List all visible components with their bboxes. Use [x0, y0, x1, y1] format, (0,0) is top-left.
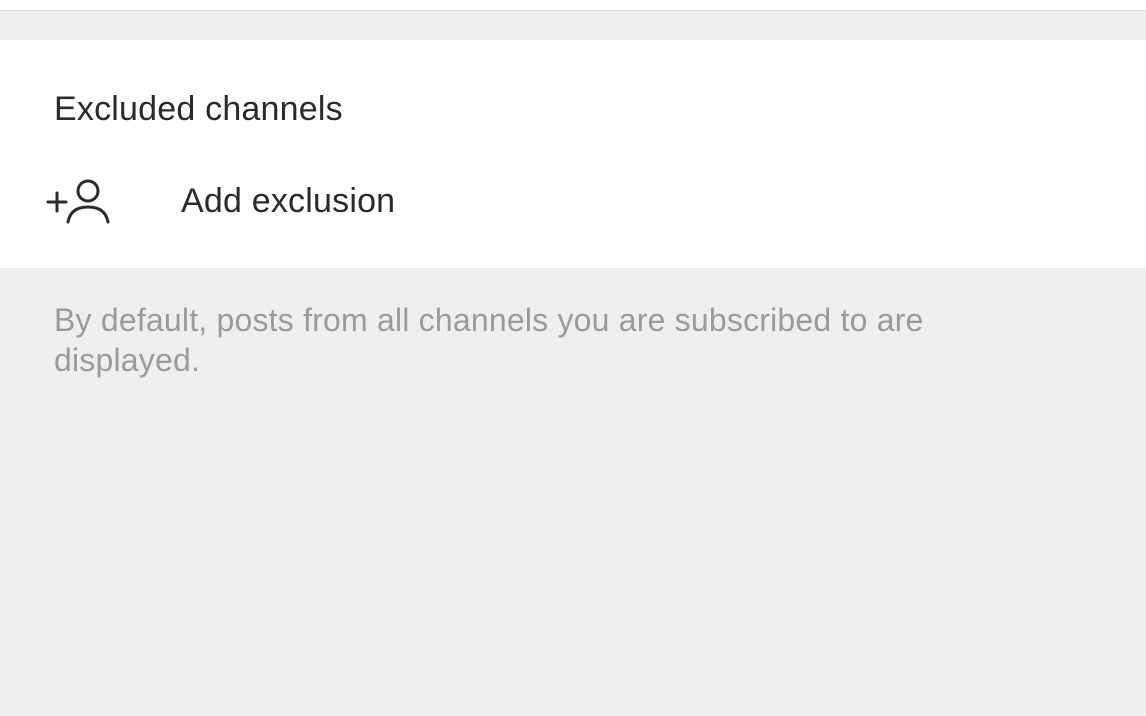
add-person-icon[interactable] — [44, 176, 110, 230]
section-title: Excluded channels — [54, 90, 343, 128]
top-divider-strip — [0, 0, 1146, 11]
helper-text: By default, posts from all channels you … — [54, 302, 924, 378]
add-exclusion-button[interactable] — [0, 160, 1146, 244]
add-exclusion-label[interactable]: Add exclusion — [181, 180, 395, 222]
